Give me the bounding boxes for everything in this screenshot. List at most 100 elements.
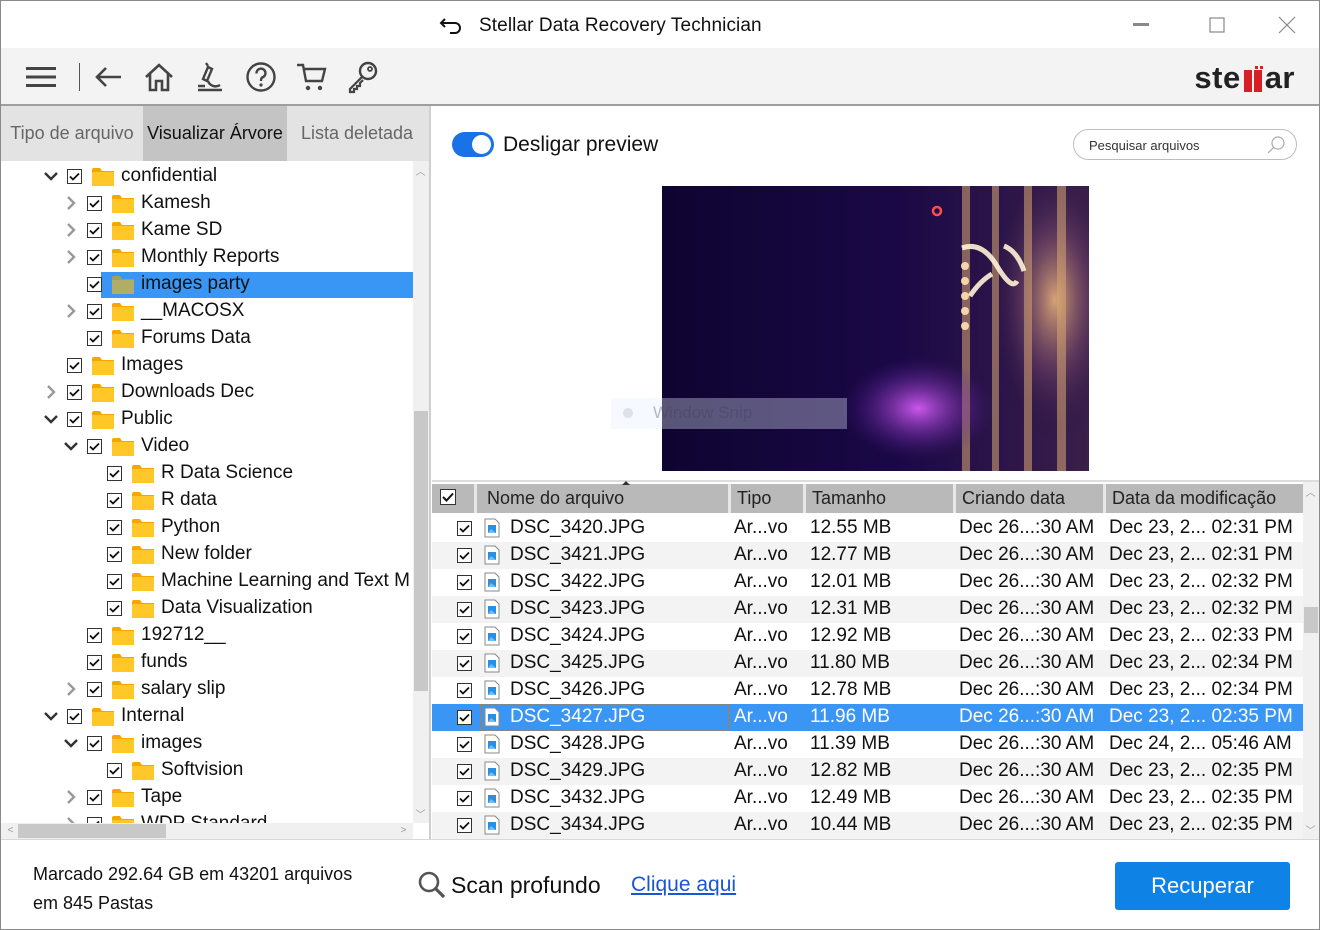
back-button[interactable] — [91, 60, 125, 94]
tab-file-type[interactable]: Tipo de arquivo — [1, 106, 143, 161]
tree-node[interactable]: R data — [1, 487, 413, 514]
scroll-up-icon[interactable]: ︿ — [413, 163, 428, 178]
table-vertical-scrollbar[interactable]: ︿ ﹀ — [1303, 482, 1319, 839]
tree-checkbox[interactable] — [87, 331, 102, 346]
row-checkbox[interactable] — [457, 737, 472, 752]
table-row[interactable]: DSC_3426.JPG Ar...vo 12.78 MB Dec 26...:30 … — [432, 677, 1303, 704]
chevron-down-icon[interactable] — [44, 167, 58, 185]
search-icon[interactable] — [1266, 135, 1286, 155]
tree-node[interactable]: salary slip — [1, 676, 413, 703]
row-checkbox[interactable] — [457, 521, 472, 536]
tree-checkbox[interactable] — [67, 709, 82, 724]
tree-checkbox[interactable] — [107, 601, 122, 616]
tab-deleted-list[interactable]: Lista deletada — [287, 106, 427, 161]
tree-node[interactable]: images — [1, 730, 413, 757]
table-row[interactable]: DSC_3432.JPG Ar...vo 12.49 MB Dec 26...:30 … — [432, 785, 1303, 812]
select-all-checkbox[interactable] — [440, 489, 456, 505]
scroll-left-icon[interactable]: < — [3, 823, 18, 838]
column-header-size[interactable]: Tamanho — [806, 484, 956, 513]
tree-checkbox[interactable] — [87, 196, 102, 211]
row-checkbox[interactable] — [457, 791, 472, 806]
tree-checkbox[interactable] — [87, 628, 102, 643]
scroll-down-icon[interactable]: ﹀ — [1303, 822, 1318, 837]
tree-checkbox[interactable] — [107, 520, 122, 535]
tree-checkbox[interactable] — [107, 547, 122, 562]
cart-button[interactable] — [295, 60, 329, 94]
tree-node[interactable]: Python — [1, 514, 413, 541]
chevron-right-icon[interactable] — [64, 248, 78, 266]
table-row[interactable]: DSC_3422.JPG Ar...vo 12.01 MB Dec 26...:30 … — [432, 569, 1303, 596]
column-header-type[interactable]: Tipo — [731, 484, 806, 513]
table-row[interactable]: DSC_3420.JPG Ar...vo 12.55 MB Dec 26...:30 … — [432, 515, 1303, 542]
tree-hscroll-thumb[interactable] — [18, 824, 166, 838]
tree-node[interactable]: Monthly Reports — [1, 244, 413, 271]
tree-checkbox[interactable] — [87, 277, 102, 292]
tree-horizontal-scrollbar[interactable]: < > — [1, 823, 413, 839]
tree-node[interactable]: Softvision — [1, 757, 413, 784]
tree-checkbox[interactable] — [107, 466, 122, 481]
scroll-up-icon[interactable]: ︿ — [1303, 484, 1318, 499]
row-checkbox[interactable] — [457, 629, 472, 644]
close-button[interactable] — [1267, 9, 1307, 41]
chevron-right-icon[interactable] — [64, 788, 78, 806]
tree-node[interactable]: Kamesh — [1, 190, 413, 217]
tree-node[interactable]: Kame SD — [1, 217, 413, 244]
tree-node[interactable]: 192712__ — [1, 622, 413, 649]
search-box[interactable] — [1073, 129, 1297, 160]
chevron-right-icon[interactable] — [64, 221, 78, 239]
tree-vscroll-thumb[interactable] — [414, 411, 428, 691]
row-checkbox[interactable] — [457, 683, 472, 698]
tree-checkbox[interactable] — [67, 385, 82, 400]
scroll-right-icon[interactable]: > — [396, 823, 411, 838]
search-input[interactable] — [1089, 135, 1259, 155]
tree-checkbox[interactable] — [87, 439, 102, 454]
chevron-down-icon[interactable] — [44, 410, 58, 428]
tree-checkbox[interactable] — [87, 790, 102, 805]
row-checkbox[interactable] — [457, 602, 472, 617]
table-row[interactable]: DSC_3423.JPG Ar...vo 12.31 MB Dec 26...:30 … — [432, 596, 1303, 623]
tree-node[interactable]: Video — [1, 433, 413, 460]
table-row[interactable]: DSC_3434.JPG Ar...vo 10.44 MB Dec 26...:30 … — [432, 812, 1303, 839]
row-checkbox[interactable] — [457, 710, 472, 725]
tree-checkbox[interactable] — [107, 493, 122, 508]
column-header-name[interactable]: Nome do arquivo — [477, 481, 731, 513]
table-row[interactable]: DSC_3429.JPG Ar...vo 12.82 MB Dec 26...:30 … — [432, 758, 1303, 785]
tree-vertical-scrollbar[interactable]: ︿ ﹀ — [413, 161, 429, 823]
scroll-down-icon[interactable]: ﹀ — [413, 806, 428, 821]
tree-node[interactable]: New folder — [1, 541, 413, 568]
row-checkbox[interactable] — [457, 764, 472, 779]
tree-node[interactable]: Machine Learning and Text M — [1, 568, 413, 595]
scan-button[interactable] — [193, 60, 227, 94]
deep-scan-link[interactable]: Clique aqui — [631, 873, 736, 897]
tree-checkbox[interactable] — [87, 250, 102, 265]
chevron-right-icon[interactable] — [64, 302, 78, 320]
row-checkbox[interactable] — [457, 656, 472, 671]
tree-node[interactable]: Data Visualization — [1, 595, 413, 622]
column-header-created[interactable]: Criando data — [956, 484, 1106, 513]
tree-checkbox[interactable] — [87, 736, 102, 751]
table-row[interactable]: DSC_3421.JPG Ar...vo 12.77 MB Dec 26...:30 … — [432, 542, 1303, 569]
tree-checkbox[interactable] — [67, 412, 82, 427]
chevron-right-icon[interactable] — [64, 680, 78, 698]
preview-toggle[interactable] — [452, 132, 494, 157]
tree-checkbox[interactable] — [107, 763, 122, 778]
tree-node[interactable]: Public — [1, 406, 413, 433]
help-button[interactable] — [244, 60, 278, 94]
pane-divider[interactable] — [429, 106, 431, 839]
row-checkbox[interactable] — [457, 818, 472, 833]
chevron-down-icon[interactable] — [64, 734, 78, 752]
chevron-right-icon[interactable] — [64, 815, 78, 823]
tree-node[interactable]: confidential — [1, 163, 413, 190]
table-row[interactable]: DSC_3427.JPG Ar...vo 11.96 MB Dec 26...:30 … — [432, 704, 1303, 731]
tree-checkbox[interactable] — [87, 682, 102, 697]
table-row[interactable]: DSC_3424.JPG Ar...vo 12.92 MB Dec 26...:30 … — [432, 623, 1303, 650]
tree-node[interactable]: WDP Standard — [1, 811, 413, 823]
tree-checkbox[interactable] — [87, 655, 102, 670]
tree-node[interactable]: Forums Data — [1, 325, 413, 352]
tree-node[interactable]: Internal — [1, 703, 413, 730]
maximize-button[interactable] — [1197, 9, 1237, 41]
chevron-right-icon[interactable] — [64, 194, 78, 212]
tree-checkbox[interactable] — [107, 574, 122, 589]
tree-node[interactable]: Downloads Dec — [1, 379, 413, 406]
tab-tree-view[interactable]: Visualizar Árvore — [143, 106, 287, 161]
